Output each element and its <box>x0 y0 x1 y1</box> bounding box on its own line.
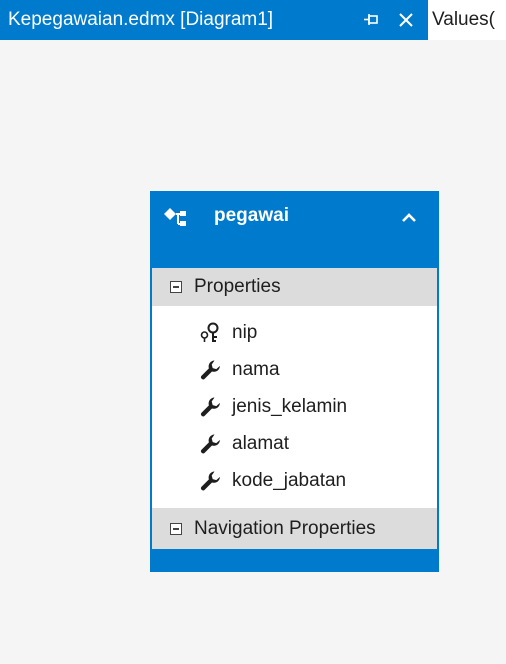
collapse-toggle-icon[interactable] <box>170 522 182 535</box>
pin-icon[interactable] <box>362 9 382 31</box>
entity-shape-pegawai[interactable]: pegawai Properties nip nama jenis_kelami… <box>150 191 439 572</box>
entity-icon <box>162 205 192 231</box>
collapse-toggle-icon[interactable] <box>170 281 182 293</box>
entity-header[interactable]: pegawai <box>150 191 439 268</box>
property-row-nama[interactable]: nama <box>152 352 437 388</box>
properties-section-header[interactable]: Properties <box>152 268 437 306</box>
wrench-icon <box>200 433 226 455</box>
property-row-alamat[interactable]: alamat <box>152 426 437 462</box>
close-icon[interactable] <box>394 8 418 32</box>
entity-name: pegawai <box>214 205 289 226</box>
wrench-icon <box>200 396 226 418</box>
tab-values[interactable]: Values( <box>428 0 506 40</box>
tab-label: Values( <box>432 9 496 30</box>
key-icon <box>200 322 226 344</box>
wrench-icon <box>200 359 226 381</box>
property-row-nip[interactable]: nip <box>152 315 437 351</box>
wrench-icon <box>200 470 226 492</box>
section-label: Navigation Properties <box>194 517 376 539</box>
tab-label: Kepegawaian.edmx [Diagram1] <box>8 9 274 30</box>
entity-body: Properties nip nama jenis_kelamin alamat… <box>152 268 437 549</box>
property-row-kode-jabatan[interactable]: kode_jabatan <box>152 463 437 499</box>
property-label: kode_jabatan <box>232 470 347 491</box>
property-label: nip <box>232 322 258 343</box>
property-row-jenis-kelamin[interactable]: jenis_kelamin <box>152 389 437 425</box>
property-label: alamat <box>232 433 290 454</box>
chevron-up-icon[interactable] <box>397 207 421 229</box>
section-label: Properties <box>194 276 281 297</box>
document-tab-bar: Kepegawaian.edmx [Diagram1] Values( <box>0 0 506 40</box>
property-label: jenis_kelamin <box>232 396 348 417</box>
tab-kepegawaian-diagram[interactable]: Kepegawaian.edmx [Diagram1] <box>0 0 428 40</box>
navigation-properties-section-header[interactable]: Navigation Properties <box>152 508 437 549</box>
property-label: nama <box>232 359 280 380</box>
